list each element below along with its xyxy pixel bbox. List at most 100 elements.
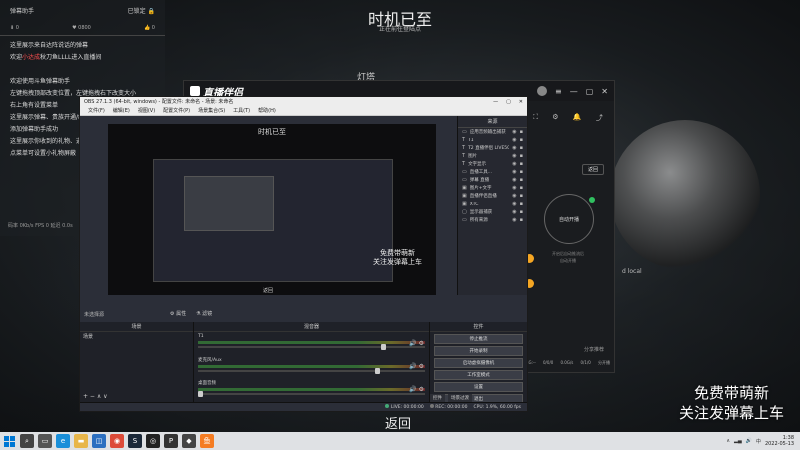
obs-menu-item[interactable]: 场景集合(S)	[198, 107, 225, 114]
source-item[interactable]: ▭ 直播工具... ◉ ▪	[458, 168, 527, 176]
obs-menu-item[interactable]: 视图(V)	[138, 107, 155, 114]
image-source-icon: ▣	[462, 185, 467, 191]
lock-icon[interactable]: ▪	[520, 217, 523, 223]
obs-preview[interactable]: 时机已至 免费带萌新 关注发弹幕上车 返回	[108, 124, 436, 295]
visibility-eye-icon[interactable]: ◉	[512, 201, 516, 207]
maximize-icon[interactable]: ▢	[586, 87, 594, 96]
speaker-gear-icon[interactable]: 🔊 ⚙	[409, 386, 424, 393]
store-icon[interactable]: ◫	[92, 434, 106, 448]
visibility-eye-icon[interactable]: ◉	[512, 169, 516, 175]
lock-icon[interactable]: ▪	[520, 209, 523, 215]
fullscreen-icon[interactable]: ⛶	[533, 113, 538, 123]
visibility-eye-icon[interactable]: ◉	[512, 129, 516, 135]
obs-menu-item[interactable]: 帮助(H)	[258, 107, 276, 114]
folder-icon[interactable]: ▬	[74, 434, 88, 448]
visibility-eye-icon[interactable]: ◉	[512, 153, 516, 159]
obs-window[interactable]: OBS 27.1.3 (64-bit, windows) - 配置文件: 未命名…	[79, 96, 528, 412]
visibility-eye-icon[interactable]: ◉	[512, 217, 516, 223]
source-item[interactable]: ▭ 弹幕 直播 ◉ ▪	[458, 176, 527, 184]
close-icon[interactable]: ✕	[601, 87, 608, 96]
task-view-icon[interactable]: ▭	[38, 434, 52, 448]
volume-icon[interactable]: 🔊	[746, 438, 752, 444]
obs-maximize-icon[interactable]: ▢	[506, 99, 511, 105]
lock-icon[interactable]: ▪	[520, 137, 523, 143]
volume-slider[interactable]	[198, 368, 425, 374]
source-item[interactable]: T 图片 ◉ ▪	[458, 152, 527, 160]
visibility-eye-icon[interactable]: ◉	[512, 209, 516, 215]
lock-icon[interactable]: ▪	[520, 145, 523, 151]
scene-add-controls[interactable]: + − ∧ ∨	[83, 393, 108, 400]
search-icon[interactable]: ⌕	[20, 434, 34, 448]
share-button[interactable]: 分享推荐	[584, 346, 604, 353]
visibility-eye-icon[interactable]: ◉	[512, 193, 516, 199]
visibility-eye-icon[interactable]: ◉	[512, 185, 516, 191]
visibility-eye-icon[interactable]: ◉	[512, 177, 516, 183]
douyu-icon[interactable]: 鱼	[200, 434, 214, 448]
clock[interactable]: 1:38 2022-05-13	[765, 435, 794, 447]
share-icon[interactable]: ⤴	[596, 113, 603, 123]
speaker-gear-icon[interactable]: 🔊 ⚙	[409, 340, 424, 347]
avatar[interactable]	[537, 86, 548, 96]
lock-icon[interactable]: ▪	[520, 153, 523, 159]
filters-button[interactable]: ⚗ 滤镜	[196, 310, 212, 317]
steam-icon[interactable]: S	[128, 434, 142, 448]
control-button[interactable]: 启动虚拟摄像机	[434, 358, 523, 368]
control-button[interactable]: 停止推流	[434, 334, 523, 344]
lock-icon[interactable]: ▪	[520, 129, 523, 135]
control-button[interactable]: 工作室模式	[434, 370, 523, 380]
zb-back-button[interactable]: 返回	[581, 164, 604, 175]
chrome-icon[interactable]: ◉	[110, 434, 124, 448]
menu-icon[interactable]: ≡	[555, 87, 562, 96]
source-item[interactable]: ▣ 图片+文字 ◉ ▪	[458, 184, 527, 192]
source-item[interactable]: TT2 直播伴侣 LIVE5000◉▪	[458, 144, 527, 152]
lock-icon[interactable]: ▪	[520, 161, 523, 167]
visibility-eye-icon[interactable]: ◉	[512, 161, 516, 167]
speaker-gear-icon[interactable]: 🔊 ⚙	[409, 363, 424, 370]
obs-menu-item[interactable]: 文件(F)	[88, 107, 105, 114]
control-button[interactable]: 设置	[434, 382, 523, 392]
obs-icon[interactable]: ◎	[146, 434, 160, 448]
obs-minimize-icon[interactable]: —	[493, 99, 498, 105]
auto-start-button[interactable]: 自动开播	[544, 194, 595, 244]
volume-slider[interactable]	[198, 391, 425, 397]
obs-close-icon[interactable]: ✕	[519, 99, 523, 105]
lock-icon[interactable]: ▪	[520, 177, 523, 183]
volume-slider-knob[interactable]	[374, 368, 380, 374]
network-icon[interactable]: ▂▄	[734, 438, 742, 444]
lock-icon[interactable]: ▪	[520, 169, 523, 175]
edge-icon[interactable]: e	[56, 434, 70, 448]
volume-slider[interactable]	[198, 344, 425, 350]
dock-tab[interactable]: 控件	[430, 394, 445, 402]
dock-tab[interactable]: 场景过渡	[448, 394, 472, 402]
lock-icon[interactable]: ▪	[520, 185, 523, 191]
settings-icon[interactable]: ⚙	[552, 113, 558, 123]
lock-icon[interactable]: ▪	[520, 201, 523, 207]
ime-icon[interactable]: 中	[756, 438, 761, 445]
source-item[interactable]: ▣ 直播伴侣直播 ◉ ▪	[458, 192, 527, 200]
volume-slider-knob[interactable]	[198, 391, 203, 397]
source-item[interactable]: T T1 ◉ ▪	[458, 136, 527, 144]
source-item[interactable]: ▭ 应用音频输出捕获 ◉ ▪	[458, 128, 527, 136]
source-item[interactable]: ▣ XTC ◉ ▪	[458, 200, 527, 208]
obs-menu-item[interactable]: 工具(T)	[233, 107, 250, 114]
minimize-icon[interactable]: —	[570, 87, 578, 96]
scene-item[interactable]: 场景	[80, 332, 193, 341]
game-icon[interactable]: P	[164, 434, 178, 448]
source-item[interactable]: ▢ 显示器捕获 ◉ ▪	[458, 208, 527, 216]
tray-chevron-icon[interactable]: ∧	[726, 438, 730, 444]
lock-icon[interactable]: ▪	[520, 193, 523, 199]
obs-menu-item[interactable]: 编辑(E)	[113, 107, 130, 114]
visibility-eye-icon[interactable]: ◉	[512, 145, 516, 151]
chat-lock-status[interactable]: 已锁定 🔒	[128, 6, 155, 15]
obs-menu-item[interactable]: 配置文件(P)	[163, 107, 190, 114]
source-item[interactable]: ▭ 所有来源 ◉ ▪	[458, 216, 527, 224]
control-button[interactable]: 开始录制	[434, 346, 523, 356]
source-item[interactable]: T 文字显示 ◉ ▪	[458, 160, 527, 168]
start-button[interactable]	[0, 432, 18, 450]
bell-icon[interactable]: 🔔	[573, 113, 582, 123]
app-icon[interactable]: ◆	[182, 434, 196, 448]
visibility-eye-icon[interactable]: ◉	[512, 137, 516, 143]
obs-titlebar[interactable]: OBS 27.1.3 (64-bit, windows) - 配置文件: 未命名…	[80, 97, 527, 106]
properties-button[interactable]: ⚙ 属性	[170, 310, 186, 317]
volume-slider-knob[interactable]	[381, 344, 387, 350]
